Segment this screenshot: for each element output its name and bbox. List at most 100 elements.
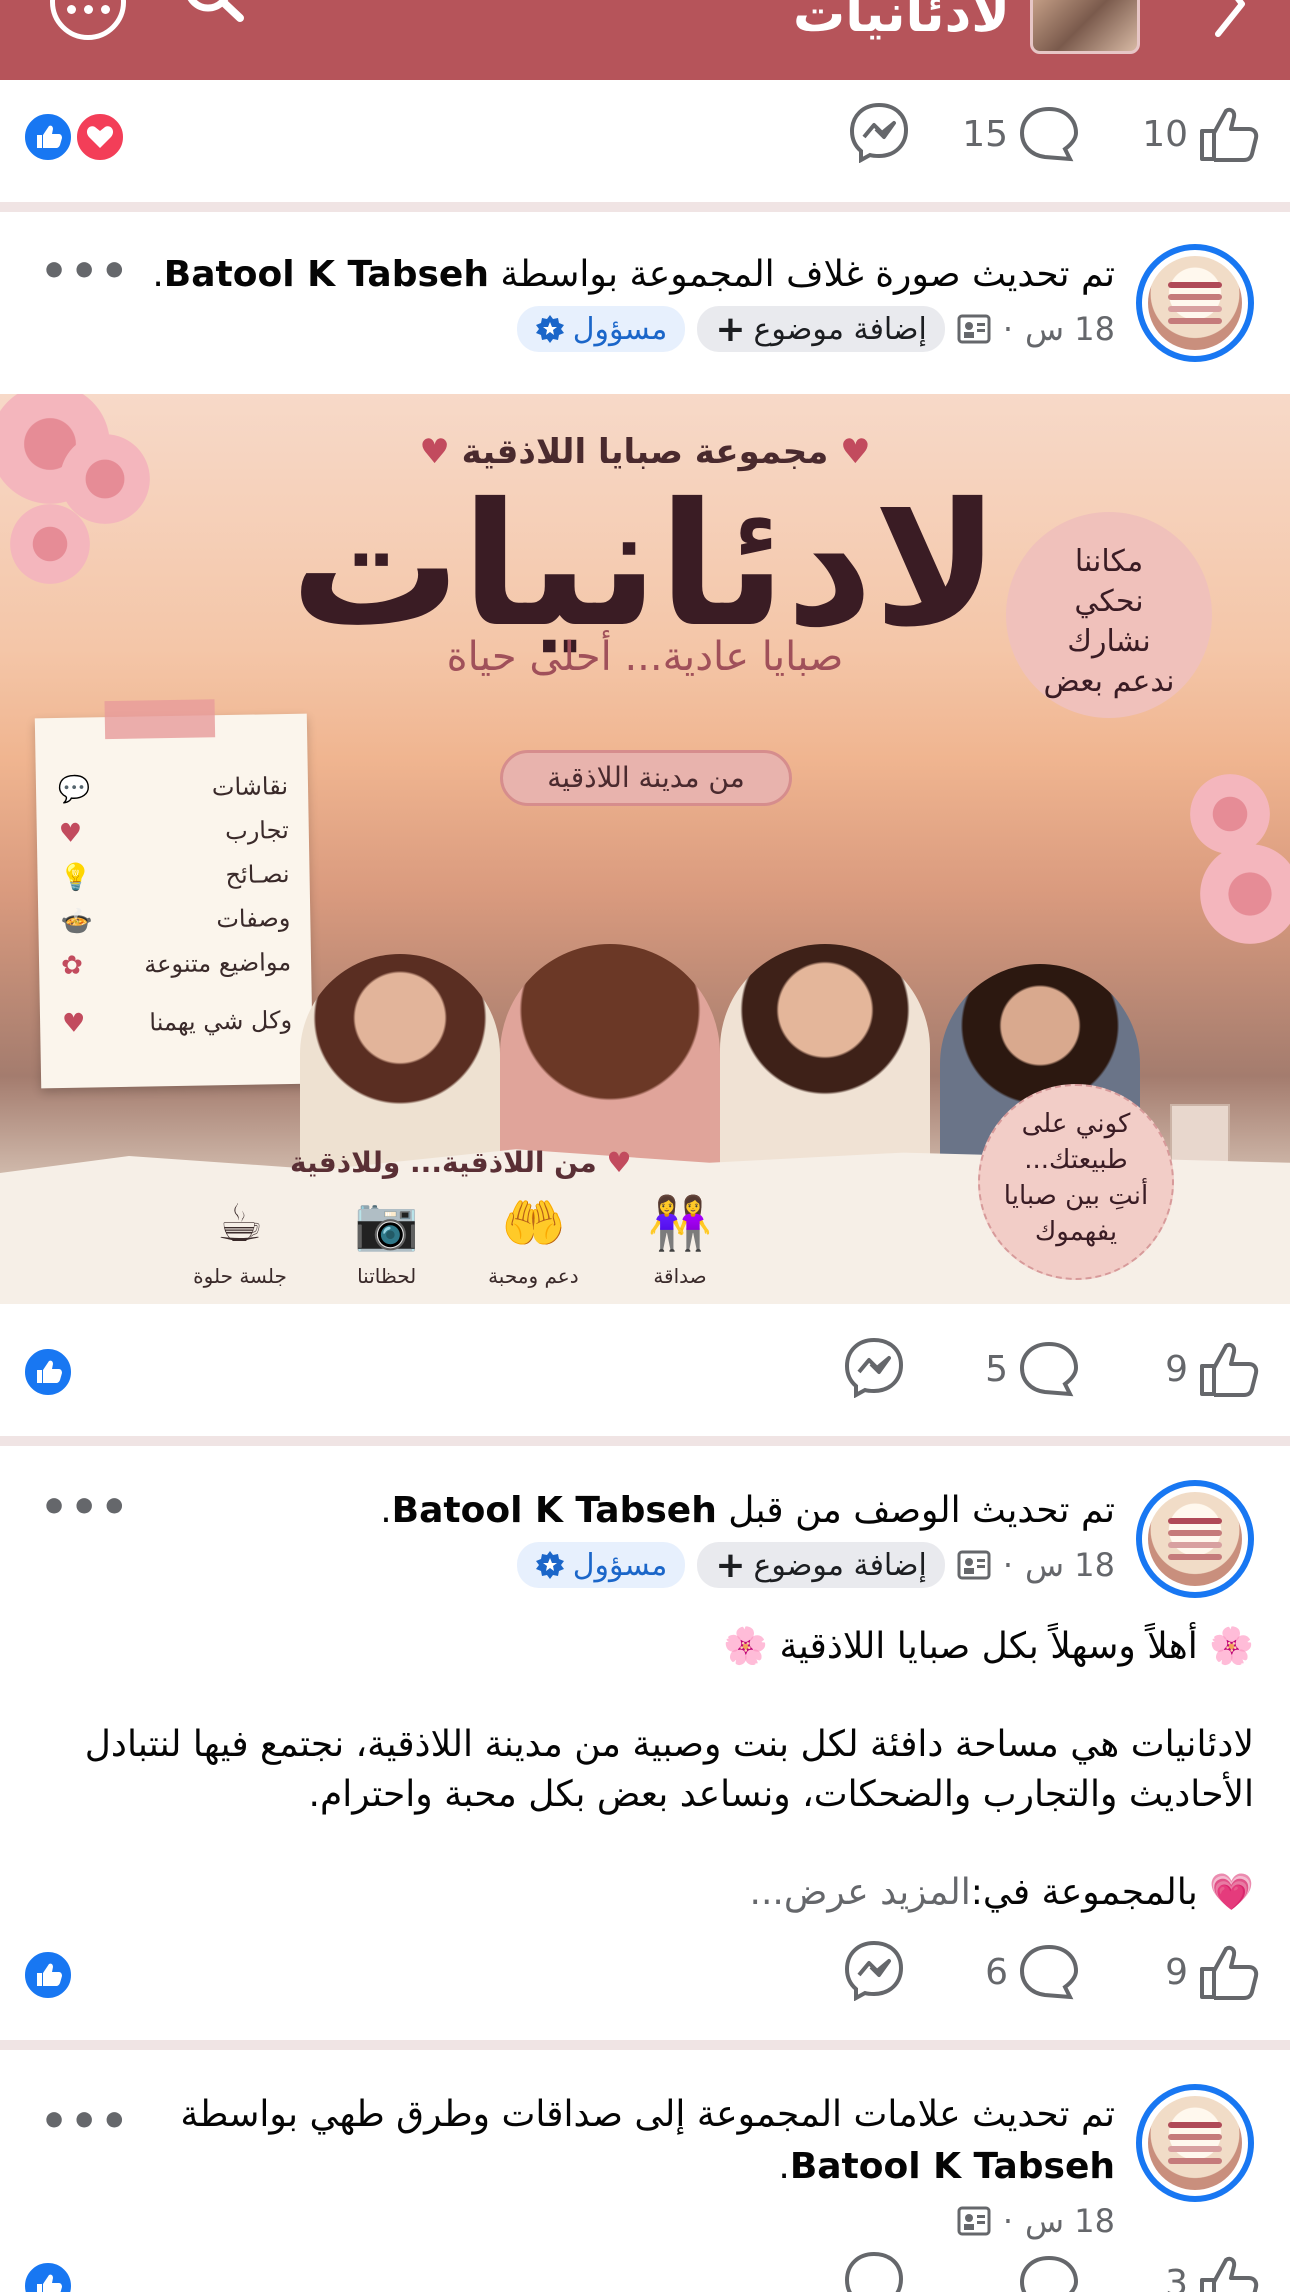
reaction-summary[interactable] — [22, 2260, 74, 2292]
feature-item: ☕ جلسة حلوة — [180, 1184, 300, 1288]
group-header-bar: لادئانيات — [0, 0, 1290, 80]
add-topic-button[interactable]: إضافة موضوع + — [697, 306, 945, 352]
post-time[interactable]: 18 س — [1025, 1546, 1115, 1584]
messenger-icon[interactable] — [843, 2250, 905, 2292]
post-action-bar: 3 — [0, 2240, 1290, 2292]
comment-button[interactable]: 5 — [985, 1340, 1080, 1398]
post-header: تم تحديث الوصف من قبل Batool K Tabseh. 1… — [0, 1476, 1290, 1626]
add-topic-button[interactable]: إضافة موضوع + — [697, 1542, 945, 1588]
comment-button[interactable]: 15 — [962, 105, 1080, 163]
post-headline-line2: Batool K Tabseh. — [778, 2146, 1115, 2187]
note-item: نقاشات 💬 — [57, 771, 289, 806]
like-reaction-icon — [22, 111, 74, 163]
group-cover-image[interactable]: ♥ مجموعة صبايا اللاذقية ♥ لادئانيات صباي… — [0, 394, 1290, 1304]
group-title[interactable]: لادئانيات — [793, 0, 1010, 44]
post-headline-line1: تم تحديث علامات المجموعة إلى صداقات وطرق… — [180, 2094, 1115, 2135]
cover-from-tag: ♥ من اللاذقية... وللاذقية — [290, 1146, 632, 1179]
note-item: وصفات 🍲 — [60, 903, 291, 937]
like-count: 9 — [1165, 1951, 1188, 1993]
author-name[interactable]: Batool K Tabseh — [164, 254, 489, 295]
feature-item: 🤲 دعم ومحبة — [473, 1184, 593, 1288]
comment-count: 15 — [962, 113, 1008, 155]
post-welcome-line: 🌸 أهلاً وسهلاً بكل صبايا اللاذقية 🌸 — [723, 1626, 1254, 1667]
comment-bubble-icon — [1019, 1341, 1079, 1397]
messenger-icon[interactable] — [843, 1939, 905, 2001]
post-meta: 18 س · إضافة موضوع + مسؤول — [516, 1542, 1115, 1588]
like-button[interactable]: 9 — [1165, 1943, 1260, 2001]
like-button[interactable]: 3 — [1165, 2254, 1260, 2292]
like-count: 3 — [1165, 2262, 1188, 2292]
love-reaction-icon — [74, 111, 126, 163]
like-count: 10 — [1142, 113, 1188, 155]
chevron-right-icon[interactable] — [1210, 0, 1250, 42]
messenger-icon[interactable] — [843, 1336, 905, 1398]
admin-shield-icon — [535, 1551, 564, 1579]
like-reaction-icon — [22, 1949, 74, 2001]
post-time[interactable]: 18 س — [1025, 310, 1115, 348]
heart-icon: ♥ — [61, 1008, 86, 1039]
post-body: 🌸 أهلاً وسهلاً بكل صبايا اللاذقية 🌸 لادئ… — [32, 1622, 1254, 1918]
more-options-icon[interactable] — [50, 0, 126, 40]
heart-icon: ♥ — [58, 818, 83, 849]
group-members-icon — [957, 2206, 991, 2236]
post-more-line: 💗 بالمجموعة في:المزيد عرض... — [749, 1872, 1254, 1913]
cover-note-card: نقاشات 💬 تجارب ♥ نصـائح 💡 وصفات 🍲 مواضيع متن… — [34, 699, 314, 1089]
group-cover-thumbnail[interactable] — [1030, 0, 1140, 54]
chat-bubble-icon: 💬 — [57, 774, 91, 806]
feature-item: 👭 صداقة — [620, 1184, 740, 1288]
comment-bubble-icon — [1019, 106, 1079, 162]
post-time[interactable]: 18 س — [1025, 2202, 1115, 2240]
hands-heart-icon: 🤲 — [500, 1194, 566, 1254]
thumbs-up-icon — [1200, 2256, 1259, 2292]
reaction-summary[interactable] — [22, 1949, 74, 2001]
avatar[interactable] — [1136, 244, 1254, 362]
like-reaction-icon — [22, 1346, 74, 1398]
post-header: تم تحديث صورة غلاف المجموعة بواسطة Batoo… — [0, 240, 1290, 390]
admin-badge: مسؤول — [516, 1542, 686, 1588]
post-options-button[interactable]: ••• — [40, 246, 130, 297]
like-reaction-icon — [22, 2260, 74, 2292]
post-action-bar: 9 5 — [0, 1320, 1290, 1430]
lightbulb-icon: 💡 — [59, 862, 93, 893]
search-icon[interactable] — [180, 0, 250, 34]
thumbs-up-icon — [1200, 1945, 1259, 2000]
cover-circle-top: مكاننا نحكي نشارك ندعم بعض — [1006, 512, 1212, 718]
messenger-icon[interactable] — [848, 101, 910, 163]
divider — [0, 202, 1290, 212]
comment-bubble-icon — [1019, 1944, 1079, 2000]
group-members-icon — [957, 314, 991, 344]
thumbs-up-icon — [1200, 1342, 1259, 1397]
author-name[interactable]: Batool K Tabseh — [790, 2146, 1115, 2187]
camera-icon: 📷 — [354, 1194, 420, 1254]
post-headline: تم تحديث الوصف من قبل Batool K Tabseh. — [380, 1490, 1115, 1531]
divider — [0, 2040, 1290, 2050]
admin-shield-icon — [535, 315, 564, 343]
like-button[interactable]: 9 — [1165, 1340, 1260, 1398]
post-options-button[interactable]: ••• — [40, 1482, 130, 1533]
group-members-icon — [957, 1550, 991, 1580]
avatar[interactable] — [1136, 1480, 1254, 1598]
avatar[interactable] — [1136, 2084, 1254, 2202]
comment-bubble-icon[interactable] — [1018, 2254, 1080, 2292]
comment-count: 5 — [985, 1348, 1008, 1390]
cover-city-pill: من مدينة اللاذقية — [500, 750, 792, 806]
author-name[interactable]: Batool K Tabseh — [392, 1490, 717, 1531]
admin-badge: مسؤول — [516, 306, 686, 352]
post-meta: 18 س · إضافة موضوع + مسؤول — [516, 306, 1115, 352]
post-options-button[interactable]: ••• — [40, 2096, 130, 2147]
flower-decoration — [1190, 774, 1270, 854]
reaction-summary[interactable] — [22, 1346, 74, 1398]
cover-circle-bottom: كوني على طبيعتك... أنتِ بين صبايا يفهموك — [978, 1084, 1174, 1280]
post-action-bar: 10 15 — [0, 85, 1290, 195]
like-count: 9 — [1165, 1348, 1188, 1390]
note-item: وكل شي يهمنا ♥ — [61, 1005, 293, 1039]
thumbs-up-icon — [1200, 107, 1259, 162]
like-button[interactable]: 10 — [1142, 105, 1260, 163]
comment-button[interactable]: 6 — [985, 1943, 1080, 2001]
post-action-bar: 9 6 — [0, 1923, 1290, 2033]
flower-icon: ✿ — [60, 950, 84, 981]
reaction-summary[interactable] — [22, 111, 126, 163]
note-item: مواضيع متنوعة ✿ — [60, 947, 292, 981]
see-more-link[interactable]: المزيد عرض... — [750, 1872, 971, 1913]
feature-item: 📷 لحظاتنا — [327, 1184, 447, 1288]
